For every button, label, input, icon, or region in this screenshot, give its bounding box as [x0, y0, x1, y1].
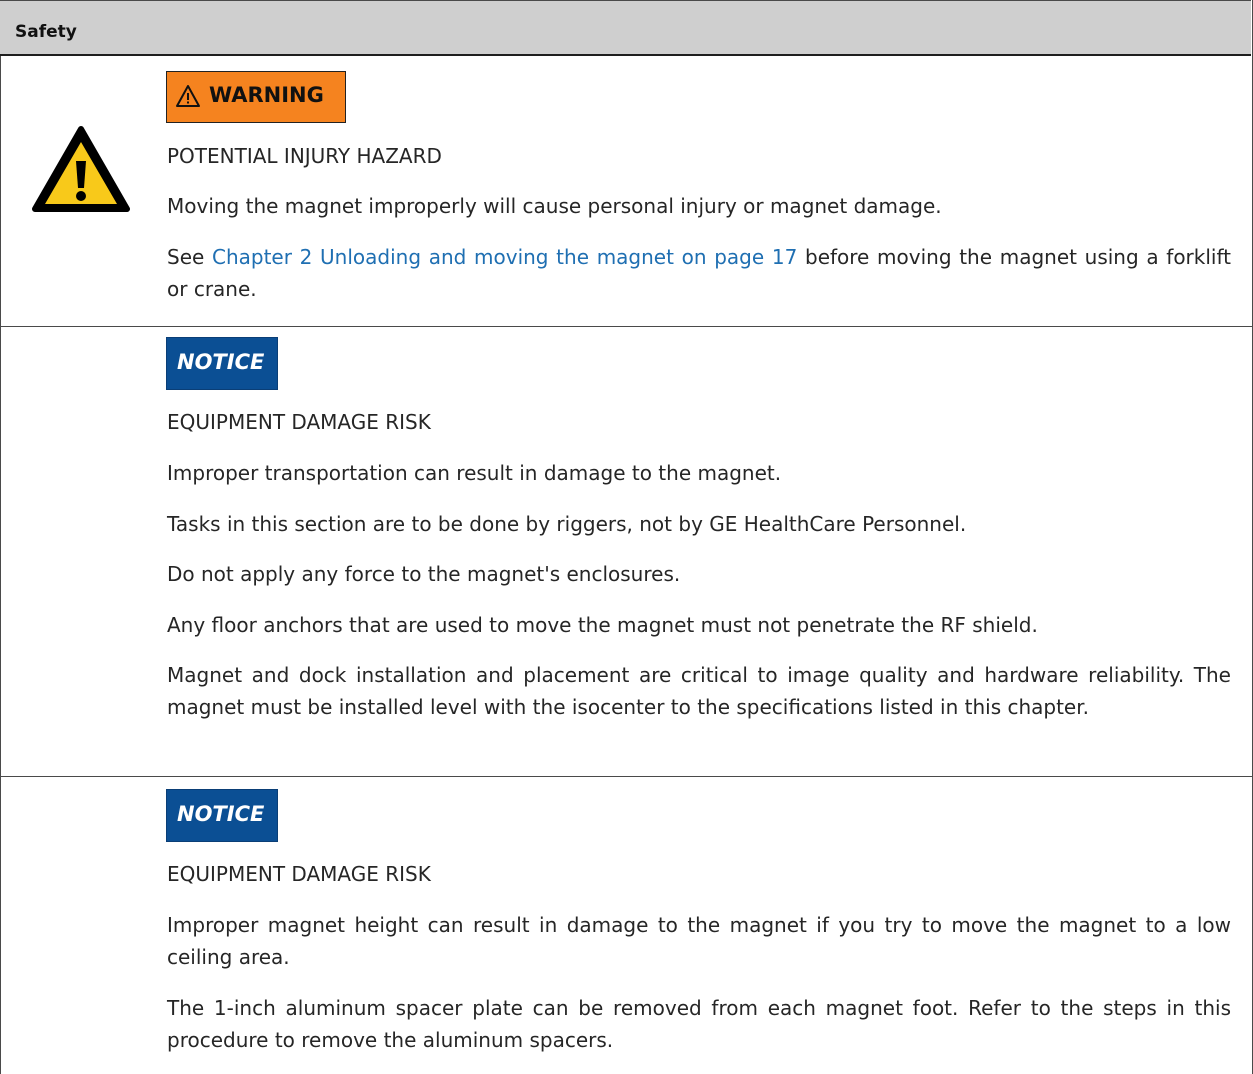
- chapter-2-link[interactable]: Chapter 2 Unloading and moving the magne…: [212, 245, 797, 269]
- warning-triangle-icon: [32, 126, 130, 212]
- row-divider: [0, 326, 1253, 327]
- notice-text: Improper magnet height can result in dam…: [167, 913, 1231, 969]
- notice-badge: NOTICE: [166, 337, 278, 390]
- header-title: Safety: [15, 22, 77, 42]
- notice-text: Any floor anchors that are used to move …: [167, 613, 1038, 637]
- warning-reference: See Chapter 2 Unloading and moving the m…: [167, 241, 1231, 305]
- notice-text: Tasks in this section are to be done by …: [167, 512, 967, 536]
- row-divider: [0, 776, 1253, 777]
- notice-text: Magnet and dock installation and placeme…: [167, 663, 1231, 719]
- warning-hazard: POTENTIAL INJURY HAZARD: [167, 144, 442, 168]
- warning-badge: WARNING: [166, 71, 346, 123]
- notice-hazard: EQUIPMENT DAMAGE RISK: [167, 862, 431, 886]
- notice-badge-label: NOTICE: [177, 350, 265, 374]
- table-header: Safety: [0, 0, 1251, 56]
- notice-text: The 1-inch aluminum spacer plate can be …: [167, 996, 1231, 1052]
- notice-text: Improper transportation can result in da…: [167, 461, 782, 485]
- notice-badge: NOTICE: [166, 789, 278, 842]
- warning-badge-label: WARNING: [209, 83, 324, 107]
- warning-text: Moving the magnet improperly will cause …: [167, 194, 942, 218]
- warning-reference-prefix: See: [167, 245, 212, 269]
- notice-hazard: EQUIPMENT DAMAGE RISK: [167, 410, 431, 434]
- notice-text: Do not apply any force to the magnet's e…: [167, 562, 681, 586]
- warning-triangle-icon: [176, 85, 200, 107]
- notice-badge-label: NOTICE: [177, 802, 265, 826]
